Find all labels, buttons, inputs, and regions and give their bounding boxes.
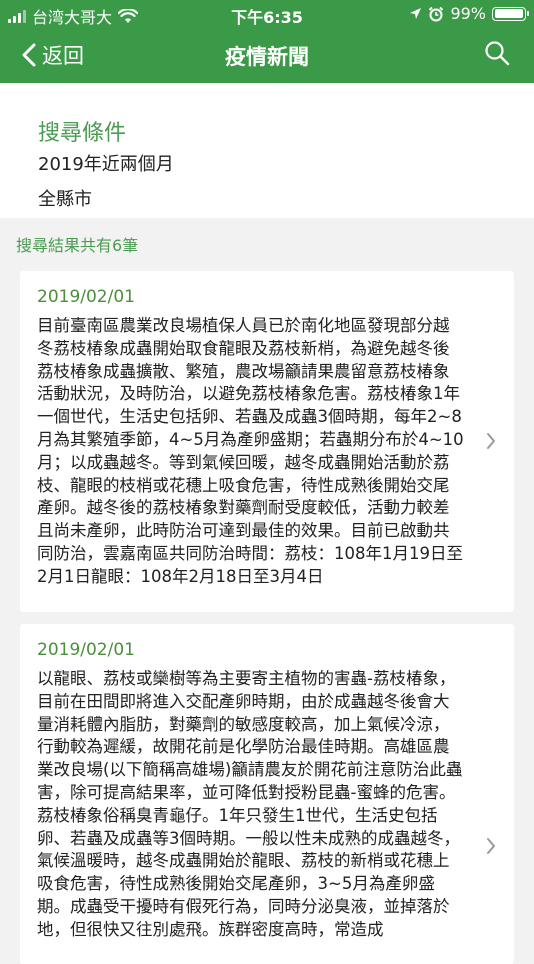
location-arrow-icon xyxy=(410,8,422,19)
news-date: 2019/02/01 xyxy=(37,287,135,307)
alarm-icon xyxy=(429,6,444,21)
criteria-region: 全縣市 xyxy=(38,189,92,210)
news-date: 2019/02/01 xyxy=(37,640,135,660)
battery-fill xyxy=(494,9,524,18)
page-title: 疫情新聞 xyxy=(225,45,309,69)
result-count: 搜尋結果共有6筆 xyxy=(16,236,139,255)
status-bar: 台湾大哥大 下午6:35 99% xyxy=(0,0,534,28)
criteria-heading: 搜尋條件 xyxy=(38,121,127,146)
battery-percent: 99% xyxy=(450,4,486,23)
chevron-right-icon xyxy=(487,432,495,449)
news-text: 以龍眼、荔枝或欒樹等為主要寄主植物的害蟲-荔枝椿象，目前在田間即將進入交配產卵時… xyxy=(37,669,463,939)
search-criteria-panel[interactable]: 搜尋條件 2019年近兩個月 全縣市 xyxy=(0,83,534,218)
search-icon[interactable] xyxy=(484,40,510,66)
news-text: 目前臺南區農業改良場植保人員已於南化地區發現部分越冬荔枝椿象成蟲開始取食龍眼及荔… xyxy=(37,316,464,586)
news-card[interactable]: 2019/02/01 以龍眼、荔枝或欒樹等為主要寄主植物的害蟲-荔枝椿象，目前在… xyxy=(20,624,514,964)
battery-icon xyxy=(492,6,529,21)
criteria-period: 2019年近兩個月 xyxy=(38,154,174,175)
chevron-right-icon xyxy=(487,838,495,854)
news-card[interactable]: 2019/02/01 目前臺南區農業改良場植保人員已於南化地區發現部分越冬荔枝椿… xyxy=(20,271,514,612)
status-right: 99% xyxy=(409,4,529,23)
nav-bar: 返回 疫情新聞 xyxy=(0,28,534,83)
